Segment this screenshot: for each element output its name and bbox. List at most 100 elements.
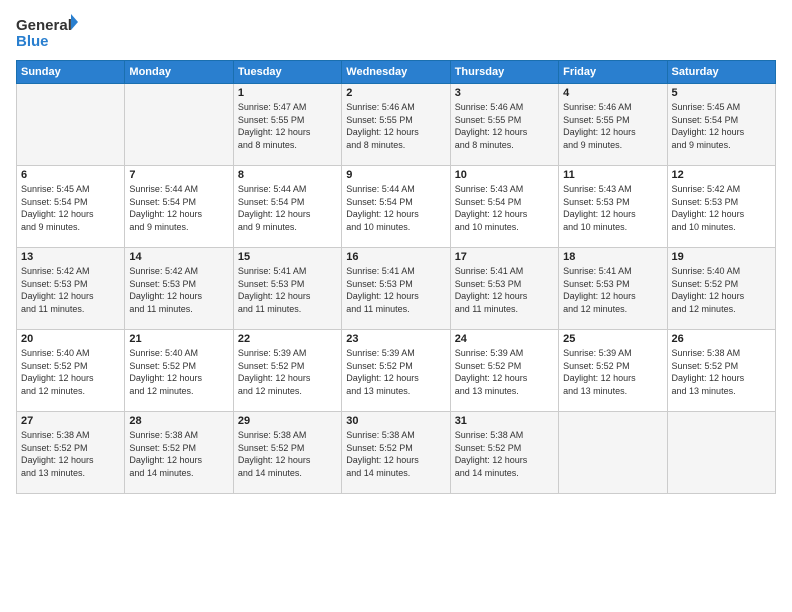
day-info: Sunrise: 5:42 AM Sunset: 5:53 PM Dayligh… [672,183,771,233]
day-number: 6 [21,169,120,181]
weekday-header-wednesday: Wednesday [342,61,450,84]
calendar-cell: 3 Sunrise: 5:46 AM Sunset: 5:55 PM Daylig… [450,84,558,166]
day-info: Sunrise: 5:38 AM Sunset: 5:52 PM Dayligh… [455,429,554,479]
page: GeneralBlue SundayMondayTuesdayWednesday… [0,0,792,612]
header: GeneralBlue [16,12,776,52]
calendar-cell: 10 Sunrise: 5:43 AM Sunset: 5:54 PM Dayli… [450,166,558,248]
calendar-week-2: 6 Sunrise: 5:45 AM Sunset: 5:54 PM Daylig… [17,166,776,248]
weekday-header-monday: Monday [125,61,233,84]
day-number: 19 [672,251,771,263]
calendar-table: SundayMondayTuesdayWednesdayThursdayFrid… [16,60,776,494]
svg-text:General: General [16,17,72,34]
day-info: Sunrise: 5:38 AM Sunset: 5:52 PM Dayligh… [346,429,445,479]
day-number: 5 [672,87,771,99]
calendar-cell: 11 Sunrise: 5:43 AM Sunset: 5:53 PM Dayli… [559,166,667,248]
calendar-cell: 7 Sunrise: 5:44 AM Sunset: 5:54 PM Daylig… [125,166,233,248]
day-info: Sunrise: 5:38 AM Sunset: 5:52 PM Dayligh… [129,429,228,479]
calendar-cell: 29 Sunrise: 5:38 AM Sunset: 5:52 PM Dayli… [233,412,341,494]
day-info: Sunrise: 5:44 AM Sunset: 5:54 PM Dayligh… [238,183,337,233]
calendar-cell: 28 Sunrise: 5:38 AM Sunset: 5:52 PM Dayli… [125,412,233,494]
day-number: 27 [21,415,120,427]
day-info: Sunrise: 5:43 AM Sunset: 5:54 PM Dayligh… [455,183,554,233]
day-number: 13 [21,251,120,263]
day-info: Sunrise: 5:42 AM Sunset: 5:53 PM Dayligh… [129,265,228,315]
calendar-cell: 2 Sunrise: 5:46 AM Sunset: 5:55 PM Daylig… [342,84,450,166]
weekday-header-tuesday: Tuesday [233,61,341,84]
calendar-week-3: 13 Sunrise: 5:42 AM Sunset: 5:53 PM Dayli… [17,248,776,330]
day-info: Sunrise: 5:46 AM Sunset: 5:55 PM Dayligh… [455,101,554,151]
day-info: Sunrise: 5:47 AM Sunset: 5:55 PM Dayligh… [238,101,337,151]
weekday-header-thursday: Thursday [450,61,558,84]
day-info: Sunrise: 5:46 AM Sunset: 5:55 PM Dayligh… [346,101,445,151]
calendar-cell [17,84,125,166]
day-number: 15 [238,251,337,263]
calendar-cell: 25Sunrise: 5:39 AM Sunset: 5:52 PM Dayli… [559,330,667,412]
day-info: Sunrise: 5:45 AM Sunset: 5:54 PM Dayligh… [21,183,120,233]
calendar-cell: 5Sunrise: 5:45 AM Sunset: 5:54 PM Daylig… [667,84,775,166]
day-number: 22 [238,333,337,345]
day-info: Sunrise: 5:44 AM Sunset: 5:54 PM Dayligh… [346,183,445,233]
calendar-cell: 14Sunrise: 5:42 AM Sunset: 5:53 PM Dayli… [125,248,233,330]
calendar-cell [125,84,233,166]
day-info: Sunrise: 5:39 AM Sunset: 5:52 PM Dayligh… [238,347,337,397]
calendar-cell [559,412,667,494]
calendar-cell: 27 Sunrise: 5:38 AM Sunset: 5:52 PM Dayli… [17,412,125,494]
day-number: 2 [346,87,445,99]
day-info: Sunrise: 5:41 AM Sunset: 5:53 PM Dayligh… [346,265,445,315]
day-info: Sunrise: 5:46 AM Sunset: 5:55 PM Dayligh… [563,101,662,151]
day-info: Sunrise: 5:38 AM Sunset: 5:52 PM Dayligh… [672,347,771,397]
day-number: 11 [563,169,662,181]
calendar-week-5: 27 Sunrise: 5:38 AM Sunset: 5:52 PM Dayli… [17,412,776,494]
day-number: 3 [455,87,554,99]
calendar-week-4: 20 Sunrise: 5:40 AM Sunset: 5:52 PM Dayli… [17,330,776,412]
day-number: 18 [563,251,662,263]
weekday-header-friday: Friday [559,61,667,84]
day-number: 21 [129,333,228,345]
day-info: Sunrise: 5:41 AM Sunset: 5:53 PM Dayligh… [238,265,337,315]
calendar-cell: 1 Sunrise: 5:47 AM Sunset: 5:55 PM Daylig… [233,84,341,166]
calendar-cell: 19Sunrise: 5:40 AM Sunset: 5:52 PM Dayli… [667,248,775,330]
calendar-cell: 16Sunrise: 5:41 AM Sunset: 5:53 PM Dayli… [342,248,450,330]
day-number: 10 [455,169,554,181]
day-info: Sunrise: 5:39 AM Sunset: 5:52 PM Dayligh… [346,347,445,397]
calendar-cell: 21Sunrise: 5:40 AM Sunset: 5:52 PM Dayli… [125,330,233,412]
day-number: 26 [672,333,771,345]
day-number: 28 [129,415,228,427]
day-number: 9 [346,169,445,181]
calendar-cell: 17Sunrise: 5:41 AM Sunset: 5:53 PM Dayli… [450,248,558,330]
day-number: 29 [238,415,337,427]
day-info: Sunrise: 5:43 AM Sunset: 5:53 PM Dayligh… [563,183,662,233]
calendar-cell: 20 Sunrise: 5:40 AM Sunset: 5:52 PM Dayli… [17,330,125,412]
day-info: Sunrise: 5:44 AM Sunset: 5:54 PM Dayligh… [129,183,228,233]
calendar-cell: 4Sunrise: 5:46 AM Sunset: 5:55 PM Daylig… [559,84,667,166]
day-info: Sunrise: 5:42 AM Sunset: 5:53 PM Dayligh… [21,265,120,315]
day-number: 7 [129,169,228,181]
day-number: 1 [238,87,337,99]
day-info: Sunrise: 5:38 AM Sunset: 5:52 PM Dayligh… [21,429,120,479]
day-info: Sunrise: 5:41 AM Sunset: 5:53 PM Dayligh… [455,265,554,315]
calendar-cell: 31Sunrise: 5:38 AM Sunset: 5:52 PM Dayli… [450,412,558,494]
calendar-cell [667,412,775,494]
day-number: 20 [21,333,120,345]
day-info: Sunrise: 5:41 AM Sunset: 5:53 PM Dayligh… [563,265,662,315]
day-number: 12 [672,169,771,181]
calendar-header: SundayMondayTuesdayWednesdayThursdayFrid… [17,61,776,84]
day-number: 30 [346,415,445,427]
calendar-cell: 24 Sunrise: 5:39 AM Sunset: 5:52 PM Dayli… [450,330,558,412]
calendar-cell: 8Sunrise: 5:44 AM Sunset: 5:54 PM Daylig… [233,166,341,248]
day-info: Sunrise: 5:38 AM Sunset: 5:52 PM Dayligh… [238,429,337,479]
calendar-cell: 23 Sunrise: 5:39 AM Sunset: 5:52 PM Dayli… [342,330,450,412]
day-info: Sunrise: 5:39 AM Sunset: 5:52 PM Dayligh… [455,347,554,397]
day-number: 24 [455,333,554,345]
calendar-cell: 9 Sunrise: 5:44 AM Sunset: 5:54 PM Daylig… [342,166,450,248]
calendar-cell: 22 Sunrise: 5:39 AM Sunset: 5:52 PM Dayli… [233,330,341,412]
calendar-cell: 30 Sunrise: 5:38 AM Sunset: 5:52 PM Dayli… [342,412,450,494]
calendar-body: 1 Sunrise: 5:47 AM Sunset: 5:55 PM Daylig… [17,84,776,494]
day-info: Sunrise: 5:40 AM Sunset: 5:52 PM Dayligh… [21,347,120,397]
logo-svg: GeneralBlue [16,12,78,52]
calendar-cell: 18 Sunrise: 5:41 AM Sunset: 5:53 PM Dayli… [559,248,667,330]
calendar-week-1: 1 Sunrise: 5:47 AM Sunset: 5:55 PM Daylig… [17,84,776,166]
weekday-header-sunday: Sunday [17,61,125,84]
day-number: 23 [346,333,445,345]
weekday-row: SundayMondayTuesdayWednesdayThursdayFrid… [17,61,776,84]
